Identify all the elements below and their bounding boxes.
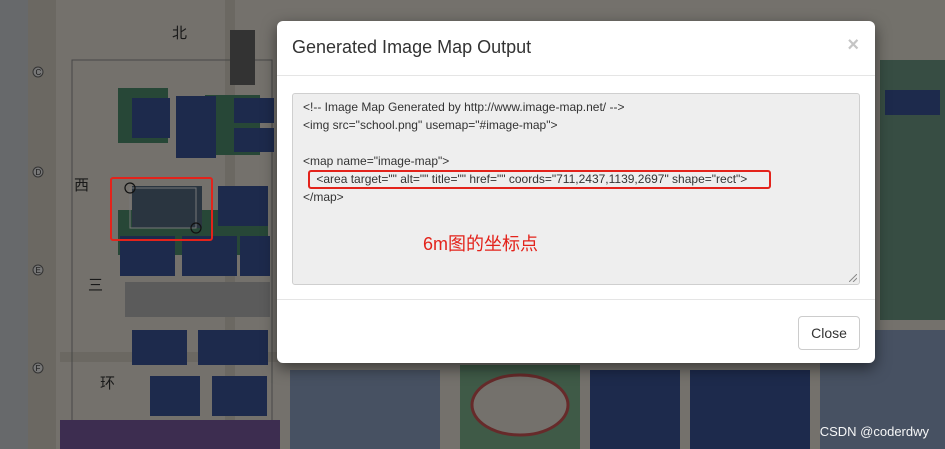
modal-footer: Close: [277, 299, 875, 363]
watermark: CSDN @coderdwy: [819, 424, 929, 439]
code-line: <map name="image-map">: [303, 154, 450, 168]
modal-title: Generated Image Map Output: [292, 37, 532, 57]
close-button[interactable]: Close: [798, 316, 860, 350]
map-selection-annotation: [110, 177, 213, 241]
resize-grip-icon[interactable]: [849, 274, 857, 282]
modal-header: Generated Image Map Output ×: [277, 21, 875, 76]
code-line: </map>: [303, 190, 344, 204]
code-line: <img src="school.png" usemap="#image-map…: [303, 118, 558, 132]
code-output-textarea[interactable]: <!-- Image Map Generated by http://www.i…: [292, 93, 860, 285]
image-map-output-dialog: Generated Image Map Output × <!-- Image …: [277, 21, 875, 363]
area-line-annotation: [308, 170, 771, 189]
annotation-note: 6m图的坐标点: [423, 234, 539, 254]
code-line: <!-- Image Map Generated by http://www.i…: [303, 100, 625, 114]
close-icon[interactable]: ×: [847, 35, 859, 55]
